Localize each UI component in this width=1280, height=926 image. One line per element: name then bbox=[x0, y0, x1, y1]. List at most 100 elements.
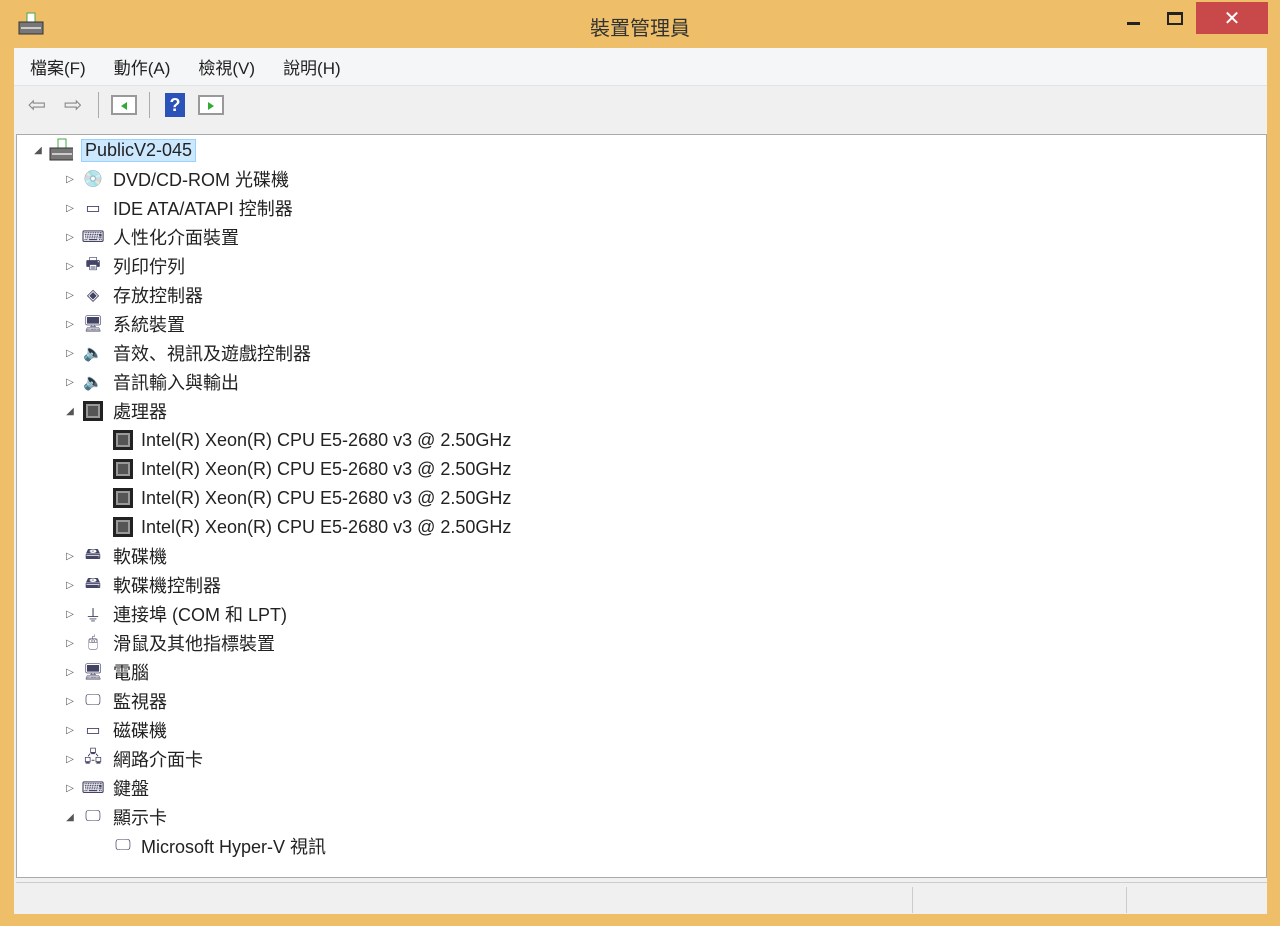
computer-icon: 🖥 bbox=[82, 664, 104, 681]
category-label: DVD/CD-ROM 光碟機 bbox=[113, 170, 289, 190]
expand-arrow-icon[interactable]: ▷ bbox=[63, 609, 77, 620]
tree-root[interactable]: ◢ PublicV2-045 bbox=[31, 137, 197, 163]
root-label: PublicV2-045 bbox=[81, 138, 197, 162]
floppy-drive-icon: 🖴 bbox=[84, 545, 102, 563]
expand-arrow-icon[interactable]: ▷ bbox=[63, 261, 77, 272]
tree-category[interactable]: ▷ 💿 DVD/CD-ROM 光碟機 bbox=[63, 166, 289, 192]
expand-arrow-icon[interactable]: ▷ bbox=[63, 638, 77, 649]
expand-arrow-icon[interactable]: ▷ bbox=[63, 174, 77, 185]
tree-category[interactable]: ▷ 🖶 列印佇列 bbox=[63, 253, 185, 279]
device-tree[interactable]: ◢ PublicV2-045 ▷ 💿 DVD/CD-ROM 光碟機 ▷ ▭ IDE ATA… bbox=[16, 134, 1267, 878]
tree-device[interactable]: Intel(R) Xeon(R) CPU E5-2680 v3 @ 2.50GH… bbox=[111, 456, 511, 482]
tree-category[interactable]: ▷ ▭ IDE ATA/ATAPI 控制器 bbox=[63, 195, 293, 221]
ide-controller-icon: ▭ bbox=[85, 200, 101, 217]
category-label: 網路介面卡 bbox=[113, 750, 203, 770]
tree-category[interactable]: ▷ ⏚ 連接埠 (COM 和 LPT) bbox=[63, 601, 287, 627]
tree-category[interactable]: ◢ 🖵 顯示卡 bbox=[63, 804, 167, 830]
tree-device[interactable]: Intel(R) Xeon(R) CPU E5-2680 v3 @ 2.50GH… bbox=[111, 514, 511, 540]
category-label: 處理器 bbox=[113, 402, 167, 422]
expand-arrow-icon[interactable]: ▷ bbox=[63, 667, 77, 678]
help-button[interactable]: ? bbox=[160, 92, 190, 118]
speaker-icon: 🔈 bbox=[83, 345, 103, 362]
status-divider bbox=[1126, 887, 1127, 913]
collapse-arrow-icon[interactable]: ◢ bbox=[31, 145, 45, 156]
expand-arrow-icon[interactable]: ▷ bbox=[63, 696, 77, 707]
tree-category[interactable]: ▷ 🖱 滑鼠及其他指標裝置 bbox=[63, 630, 275, 656]
back-button[interactable]: ⇦ bbox=[22, 92, 52, 118]
monitor-icon: 🖵 bbox=[85, 692, 101, 709]
tree-category[interactable]: ▷ 🖴 軟碟機 bbox=[63, 543, 167, 569]
expand-arrow-icon[interactable]: ▷ bbox=[63, 783, 77, 794]
tree-category[interactable]: ▷ 🖥 系統裝置 bbox=[63, 311, 185, 337]
category-label: IDE ATA/ATAPI 控制器 bbox=[113, 199, 293, 219]
category-label: 系統裝置 bbox=[113, 315, 185, 335]
expand-arrow-icon[interactable]: ▷ bbox=[63, 551, 77, 562]
tree-device[interactable]: Intel(R) Xeon(R) CPU E5-2680 v3 @ 2.50GH… bbox=[111, 427, 511, 453]
console-tree-icon bbox=[111, 95, 137, 115]
tree-category[interactable]: ▷ 🔈 音訊輸入與輸出 bbox=[63, 369, 239, 395]
category-label: 軟碟機控制器 bbox=[113, 576, 221, 596]
expand-arrow-icon[interactable]: ▷ bbox=[63, 319, 77, 330]
menu-help[interactable]: 說明(H) bbox=[283, 54, 341, 79]
menu-action[interactable]: 動作(A) bbox=[114, 54, 171, 79]
processor-icon bbox=[111, 516, 135, 538]
category-label: 監視器 bbox=[113, 692, 167, 712]
collapse-arrow-icon[interactable]: ◢ bbox=[63, 812, 77, 823]
maximize-button[interactable] bbox=[1160, 2, 1190, 34]
disc-drive-icon: 💿 bbox=[83, 171, 103, 188]
toolbar-separator bbox=[149, 92, 150, 118]
tree-category[interactable]: ▷ 🔈 音效、視訊及遊戲控制器 bbox=[63, 340, 311, 366]
minimize-button[interactable] bbox=[1118, 2, 1148, 34]
expand-arrow-icon[interactable]: ▷ bbox=[63, 754, 77, 765]
tree-category[interactable]: ▷ ⌨ 鍵盤 bbox=[63, 775, 149, 801]
expand-arrow-icon[interactable]: ▷ bbox=[63, 203, 77, 214]
client-area: 檔案(F) 動作(A) 檢視(V) 說明(H) ⇦ ⇨ ? ◢ PublicV2… bbox=[14, 48, 1267, 914]
storage-controller-icon: ◈ bbox=[86, 287, 100, 304]
computer-root-icon bbox=[49, 138, 73, 161]
forward-button[interactable]: ⇨ bbox=[58, 92, 88, 118]
category-label: 存放控制器 bbox=[113, 286, 203, 306]
show-hide-console-tree-button[interactable] bbox=[109, 92, 139, 118]
category-label: 電腦 bbox=[113, 663, 149, 683]
speaker-icon: 🔈 bbox=[83, 374, 103, 391]
close-button[interactable]: ✕ bbox=[1196, 2, 1268, 34]
display-adapter-icon: 🖵 bbox=[115, 837, 131, 854]
hid-icon: ⌨ bbox=[81, 229, 105, 246]
tree-category[interactable]: ▷ 🖴 軟碟機控制器 bbox=[63, 572, 221, 598]
window-title: 裝置管理員 bbox=[590, 18, 690, 40]
category-label: 鍵盤 bbox=[113, 779, 149, 799]
tree-device[interactable]: Intel(R) Xeon(R) CPU E5-2680 v3 @ 2.50GH… bbox=[111, 485, 511, 511]
category-label: 連接埠 (COM 和 LPT) bbox=[113, 605, 287, 625]
show-hide-action-pane-button[interactable] bbox=[196, 92, 226, 118]
expand-arrow-icon[interactable]: ▷ bbox=[63, 348, 77, 359]
expand-arrow-icon[interactable]: ▷ bbox=[63, 290, 77, 301]
tree-category[interactable]: ▷ ◈ 存放控制器 bbox=[63, 282, 203, 308]
category-label: 人性化介面裝置 bbox=[113, 228, 239, 248]
tree-category[interactable]: ◢ 處理器 bbox=[63, 398, 167, 424]
status-bar bbox=[16, 882, 1267, 914]
tree-category[interactable]: ▷ 🖧 網路介面卡 bbox=[63, 746, 203, 772]
floppy-controller-icon: 🖴 bbox=[84, 574, 102, 592]
tree-category[interactable]: ▷ 🖵 監視器 bbox=[63, 688, 167, 714]
collapse-arrow-icon[interactable]: ◢ bbox=[63, 406, 77, 417]
device-label: Intel(R) Xeon(R) CPU E5-2680 v3 @ 2.50GH… bbox=[141, 487, 512, 508]
expand-arrow-icon[interactable]: ▷ bbox=[63, 377, 77, 388]
device-label: Intel(R) Xeon(R) CPU E5-2680 v3 @ 2.50GH… bbox=[141, 429, 512, 450]
processor-icon bbox=[111, 458, 135, 480]
menu-bar: 檔案(F) 動作(A) 檢視(V) 說明(H) bbox=[14, 48, 1267, 86]
tree-device[interactable]: 🖵 Microsoft Hyper-V 視訊 bbox=[111, 833, 326, 859]
tree-category[interactable]: ▷ 🖥 電腦 bbox=[63, 659, 149, 685]
tree-category[interactable]: ▷ ⌨ 人性化介面裝置 bbox=[63, 224, 239, 250]
device-label: Microsoft Hyper-V 視訊 bbox=[141, 837, 327, 857]
title-bar: 裝置管理員 ✕ bbox=[0, 0, 1280, 48]
tree-category[interactable]: ▷ ▭ 磁碟機 bbox=[63, 717, 167, 743]
category-label: 列印佇列 bbox=[113, 257, 185, 277]
port-icon: ⏚ bbox=[84, 608, 101, 625]
expand-arrow-icon[interactable]: ▷ bbox=[63, 232, 77, 243]
menu-view[interactable]: 檢視(V) bbox=[198, 54, 255, 79]
forward-arrow-icon: ⇨ bbox=[63, 92, 83, 117]
menu-file[interactable]: 檔案(F) bbox=[30, 54, 86, 79]
expand-arrow-icon[interactable]: ▷ bbox=[63, 725, 77, 736]
expand-arrow-icon[interactable]: ▷ bbox=[63, 580, 77, 591]
category-label: 磁碟機 bbox=[113, 721, 167, 741]
